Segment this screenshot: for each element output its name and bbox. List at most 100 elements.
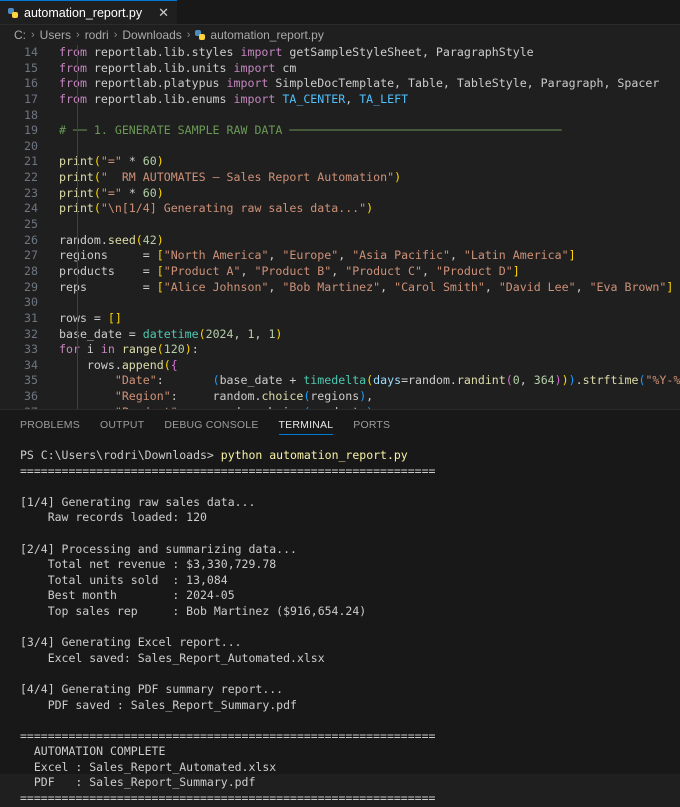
code-line: 36 "Region": random.choice(regions), <box>0 389 680 405</box>
terminal-line: ========================================… <box>20 728 436 743</box>
line-number: 34 <box>24 357 38 372</box>
code-line: 25 <box>0 217 680 233</box>
line-number: 25 <box>24 217 38 232</box>
terminal-prompt-line: PS C:\Users\rodri\Downloads> python auto… <box>20 448 680 464</box>
code-line: 27 regions = ["North America", "Europe", … <box>0 248 680 264</box>
terminal-line: [1/4] Generating raw sales data... <box>20 494 256 509</box>
breadcrumb-item[interactable]: Users <box>40 28 71 42</box>
indent-guide <box>77 45 78 410</box>
breadcrumb-item[interactable]: rodri <box>85 28 109 42</box>
terminal-line: Raw records loaded: 120 <box>20 510 207 525</box>
terminal-line: [4/4] Generating PDF summary report... <box>20 681 284 696</box>
line-number: 33 <box>24 342 38 357</box>
code-text: print(" RM AUTOMATES — Sales Report Auto… <box>59 170 402 185</box>
code-line: 20 <box>0 139 680 155</box>
terminal-line: Top sales rep : Bob Martinez ($916,654.2… <box>20 603 367 618</box>
code-line: 16 from reportlab.platypus import SimpleD… <box>0 76 680 92</box>
line-number: 24 <box>24 201 38 216</box>
line-number: 20 <box>24 138 38 153</box>
code-text: regions = ["North America", "Europe", "A… <box>59 248 576 263</box>
code-editor[interactable]: 14 from reportlab.lib.styles import getSa… <box>0 45 680 410</box>
code-line: 31 rows = [] <box>0 311 680 327</box>
code-text: base_date = datetime(2024, 1, 1) <box>59 326 283 341</box>
terminal-line: Total net revenue : $3,330,729.78 <box>20 557 277 572</box>
tab-output[interactable]: OUTPUT <box>100 419 144 431</box>
code-line: 32 base_date = datetime(2024, 1, 1) <box>0 327 680 343</box>
terminal-line: PDF : Sales_Report_Summary.pdf <box>20 775 256 790</box>
terminal-line: Excel saved: Sales_Report_Automated.xlsx <box>20 650 325 665</box>
terminal-prompt: PS C:\Users\rodri\Downloads> <box>20 448 221 462</box>
code-text: random.seed(42) <box>59 232 164 247</box>
chevron-right-icon: › <box>31 29 35 41</box>
breadcrumb-item[interactable]: automation_report.py <box>210 28 323 42</box>
code-text: for i in range(120): <box>59 342 199 357</box>
line-number: 30 <box>24 295 38 310</box>
close-icon[interactable]: ✕ <box>158 5 169 21</box>
code-line: 23 print("=" * 60) <box>0 186 680 202</box>
code-text: from reportlab.lib.units import cm <box>59 60 297 75</box>
line-number: 28 <box>24 263 38 278</box>
line-number: 22 <box>24 170 38 185</box>
code-text: from reportlab.lib.styles import getSamp… <box>59 45 534 59</box>
line-number: 18 <box>24 107 38 122</box>
code-lines: 14 from reportlab.lib.styles import getSa… <box>0 45 680 410</box>
line-number: 21 <box>24 154 38 169</box>
breadcrumb-item[interactable]: C: <box>14 28 26 42</box>
terminal-line: Total units sold : 13,084 <box>20 572 228 587</box>
panel-tabs: PROBLEMS OUTPUT DEBUG CONSOLE TERMINAL P… <box>0 410 680 440</box>
code-line: 26 random.seed(42) <box>0 233 680 249</box>
line-number: 31 <box>24 310 38 325</box>
code-text: "Date": (base_date + timedelta(days=rand… <box>114 373 680 388</box>
code-text: reps = ["Alice Johnson", "Bob Martinez",… <box>59 279 674 294</box>
code-line: 34 rows.append({ <box>0 358 680 374</box>
line-number: 23 <box>24 185 38 200</box>
code-line: 30 <box>0 295 680 311</box>
code-line: 18 <box>0 108 680 124</box>
tab-ports[interactable]: PORTS <box>353 419 390 431</box>
code-text: # ── 1. GENERATE SAMPLE RAW DATA ───────… <box>59 123 562 138</box>
chevron-right-icon: › <box>113 29 118 41</box>
chevron-right-icon: › <box>186 29 191 41</box>
breadcrumb: C: › Users › rodri › Downloads › automat… <box>0 25 680 45</box>
terminal-line: PDF saved : Sales_Report_Summary.pdf <box>20 697 297 712</box>
code-text: print("\n[1/4] Generating raw sales data… <box>59 201 374 216</box>
tab-filename: automation_report.py <box>24 5 143 20</box>
terminal-command: python automation_report.py <box>220 448 408 462</box>
line-number: 36 <box>24 389 38 404</box>
code-text: "Region": random.choice(regions), <box>114 389 374 404</box>
terminal-line: [2/4] Processing and summarizing data... <box>20 541 297 556</box>
code-line: 15 from reportlab.lib.units import cm <box>0 61 680 77</box>
tab-problems[interactable]: PROBLEMS <box>20 419 80 431</box>
editor-tab-automation-report[interactable]: automation_report.py ✕ <box>0 0 178 24</box>
code-text: print("=" * 60) <box>59 154 164 169</box>
line-number: 19 <box>24 123 38 138</box>
terminal-line: Best month : 2024-05 <box>20 588 235 603</box>
code-line: 22 print(" RM AUTOMATES — Sales Report Au… <box>0 170 680 186</box>
line-number: 35 <box>24 373 38 388</box>
tab-debug-console[interactable]: DEBUG CONSOLE <box>164 419 258 431</box>
chevron-right-icon: › <box>76 29 80 41</box>
bottom-panel: PROBLEMS OUTPUT DEBUG CONSOLE TERMINAL P… <box>0 409 680 805</box>
terminal-line: Excel : Sales_Report_Automated.xlsx <box>20 759 277 774</box>
python-file-icon <box>8 7 18 18</box>
line-number: 14 <box>24 45 38 59</box>
code-text: print("=" * 60) <box>59 185 164 200</box>
code-line: 21 print("=" * 60) <box>0 154 680 170</box>
code-text: from reportlab.platypus import SimpleDoc… <box>59 76 660 91</box>
line-number: 17 <box>24 91 38 106</box>
line-number: 15 <box>24 60 38 75</box>
code-line: 35 "Date": (base_date + timedelta(days=r… <box>0 373 680 389</box>
code-line: 24 print("\n[1/4] Generating raw sales da… <box>0 201 680 217</box>
tab-terminal[interactable]: TERMINAL <box>278 419 334 435</box>
breadcrumb-item[interactable]: Downloads <box>122 28 181 42</box>
code-line: 19 # ── 1. GENERATE SAMPLE RAW DATA ─────… <box>0 123 680 139</box>
code-line: 14 from reportlab.lib.styles import getSa… <box>0 45 680 61</box>
terminal[interactable]: PS C:\Users\rodri\Downloads> python auto… <box>0 440 680 807</box>
line-number: 32 <box>24 326 38 341</box>
terminal-line: AUTOMATION COMPLETE <box>20 744 166 759</box>
terminal-output: ========================================… <box>20 464 680 807</box>
code-line: 33 for i in range(120): <box>0 342 680 358</box>
